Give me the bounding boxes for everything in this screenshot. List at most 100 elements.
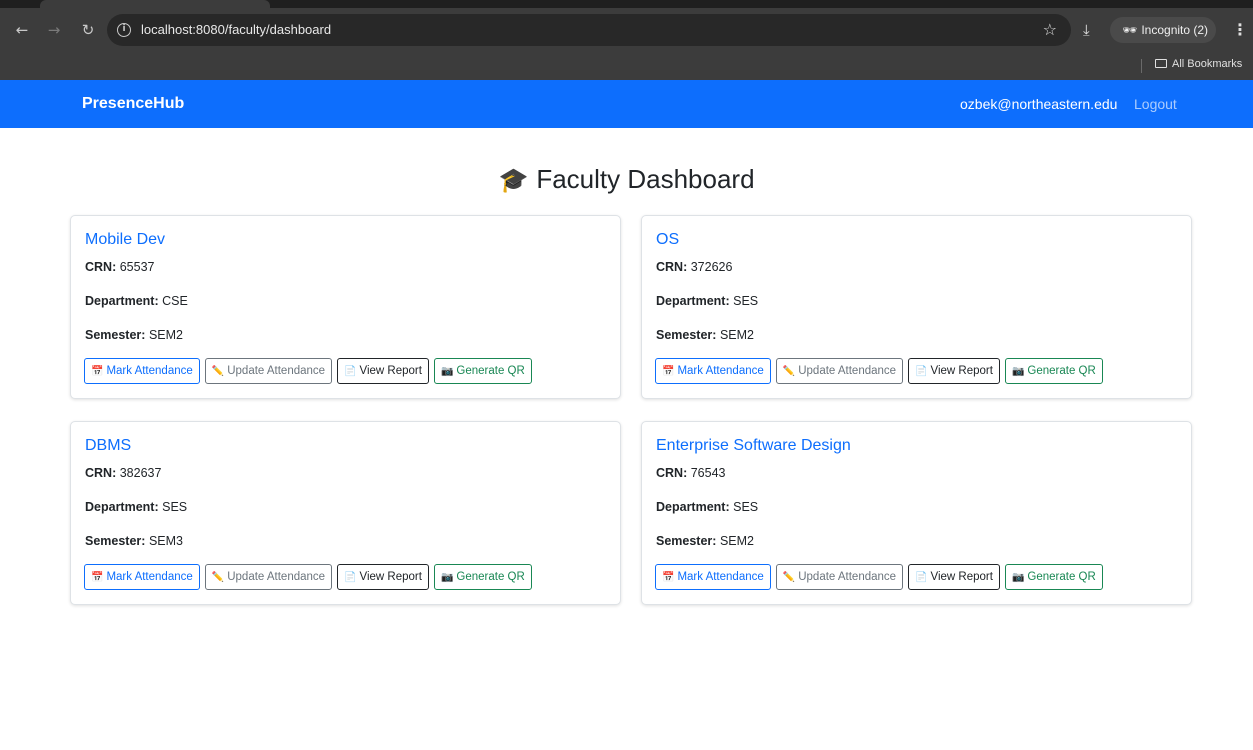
course-card: OS CRN: 372626 Department: SES Semester:… [641, 215, 1192, 399]
generate-qr-button[interactable]: 📷 Generate QR [1004, 564, 1103, 590]
browser-chrome: ← → ↻ i localhost:8080/faculty/dashboard… [0, 0, 1253, 80]
view-report-label: View Report [359, 571, 422, 583]
reload-icon[interactable]: ↻ [78, 20, 98, 40]
semester-value: SEM2 [719, 328, 754, 342]
camera-icon: 📷 [1011, 572, 1025, 583]
document-icon: 📄 [915, 572, 928, 583]
crn-value: 65537 [119, 260, 155, 274]
semester-field: Semester: SEM2 [656, 328, 754, 342]
update-attendance-label: Update Attendance [798, 571, 897, 583]
department-label: Department: [85, 294, 159, 308]
mark-attendance-label: Mark Attendance [677, 365, 764, 377]
department-field: Department: SES [85, 500, 187, 514]
camera-icon: 📷 [440, 572, 454, 583]
update-attendance-label: Update Attendance [227, 365, 326, 377]
page-title: 🎓 Faculty Dashboard [0, 164, 1253, 195]
document-icon: 📄 [915, 366, 928, 377]
card-actions: 📅 Mark Attendance ✏️ Update Attendance 📄 View… [655, 564, 1108, 590]
card-actions: 📅 Mark Attendance ✏️ Update Attendance 📄 View… [84, 358, 537, 384]
semester-field: Semester: SEM2 [85, 328, 183, 342]
forward-icon[interactable]: → [44, 20, 64, 40]
incognito-button[interactable]: 🕶 Incognito (2) [1110, 17, 1216, 43]
active-tab[interactable] [40, 0, 270, 8]
brand-logo[interactable]: PresenceHub [82, 95, 184, 113]
crn-field: CRN: 65537 [85, 260, 155, 274]
crn-label: CRN: [656, 260, 688, 274]
incognito-label: Incognito (2) [1141, 23, 1209, 37]
semester-value: SEM3 [148, 534, 183, 548]
update-attendance-button[interactable]: ✏️ Update Attendance [204, 358, 333, 384]
crn-value: 382637 [119, 466, 162, 480]
incognito-icon: 🕶 [1122, 23, 1138, 37]
bookmarks-divider [1141, 59, 1142, 73]
crn-value: 372626 [690, 260, 733, 274]
crn-label: CRN: [85, 260, 117, 274]
pencil-icon: ✏️ [211, 572, 225, 583]
mark-attendance-button[interactable]: 📅 Mark Attendance [84, 564, 200, 590]
browser-menu-icon[interactable]: ⋮ [1232, 20, 1248, 39]
pencil-icon: ✏️ [211, 366, 225, 377]
view-report-label: View Report [930, 571, 993, 583]
mark-attendance-button[interactable]: 📅 Mark Attendance [84, 358, 200, 384]
semester-label: Semester: [656, 534, 717, 548]
semester-value: SEM2 [148, 328, 183, 342]
course-title[interactable]: DBMS [85, 437, 131, 455]
camera-icon: 📷 [440, 366, 454, 377]
course-card: Mobile Dev CRN: 65537 Department: CSE Se… [70, 215, 621, 399]
update-attendance-button[interactable]: ✏️ Update Attendance [204, 564, 333, 590]
crn-label: CRN: [85, 466, 117, 480]
department-value: CSE [162, 294, 188, 308]
page-title-text: Faculty Dashboard [536, 164, 755, 194]
department-field: Department: CSE [85, 294, 188, 308]
calendar-icon: 📅 [662, 572, 675, 583]
update-attendance-label: Update Attendance [798, 365, 897, 377]
view-report-button[interactable]: 📄 View Report [908, 358, 1000, 384]
generate-qr-button[interactable]: 📷 Generate QR [433, 564, 532, 590]
graduation-cap-icon: 🎓 [498, 166, 529, 194]
view-report-label: View Report [359, 365, 422, 377]
course-title[interactable]: OS [656, 231, 679, 249]
bookmarks-bar: All Bookmarks [0, 52, 1253, 80]
course-card: DBMS CRN: 382637 Department: SES Semeste… [70, 421, 621, 605]
generate-qr-button[interactable]: 📷 Generate QR [433, 358, 532, 384]
view-report-button[interactable]: 📄 View Report [337, 564, 429, 590]
course-title[interactable]: Enterprise Software Design [656, 437, 851, 455]
department-field: Department: SES [656, 294, 758, 308]
semester-label: Semester: [656, 328, 717, 342]
mark-attendance-button[interactable]: 📅 Mark Attendance [655, 358, 771, 384]
crn-field: CRN: 372626 [656, 260, 732, 274]
generate-qr-button[interactable]: 📷 Generate QR [1004, 358, 1103, 384]
bookmark-star-icon[interactable]: ☆ [1043, 20, 1057, 39]
mark-attendance-label: Mark Attendance [677, 571, 764, 583]
app-navbar: PresenceHub ozbek@northeastern.edu Logou… [0, 80, 1253, 128]
course-title[interactable]: Mobile Dev [85, 231, 165, 249]
update-attendance-label: Update Attendance [227, 571, 326, 583]
view-report-button[interactable]: 📄 View Report [337, 358, 429, 384]
department-label: Department: [656, 294, 730, 308]
update-attendance-button[interactable]: ✏️ Update Attendance [775, 358, 904, 384]
browser-toolbar: ← → ↻ i localhost:8080/faculty/dashboard… [0, 8, 1253, 52]
url-text[interactable]: localhost:8080/faculty/dashboard [141, 22, 331, 37]
update-attendance-button[interactable]: ✏️ Update Attendance [775, 564, 904, 590]
download-icon[interactable]: ⤓ [1083, 21, 1090, 39]
view-report-button[interactable]: 📄 View Report [908, 564, 1000, 590]
generate-qr-label: Generate QR [456, 365, 525, 377]
department-field: Department: SES [656, 500, 758, 514]
address-bar[interactable]: i localhost:8080/faculty/dashboard ☆ [107, 14, 1071, 46]
department-label: Department: [85, 500, 159, 514]
logout-link[interactable]: Logout [1134, 96, 1177, 112]
all-bookmarks-label: All Bookmarks [1172, 58, 1243, 70]
user-email: ozbek@northeastern.edu [960, 96, 1118, 112]
semester-field: Semester: SEM2 [656, 534, 754, 548]
site-info-icon[interactable]: i [117, 23, 131, 37]
back-icon[interactable]: ← [12, 20, 32, 40]
mark-attendance-button[interactable]: 📅 Mark Attendance [655, 564, 771, 590]
crn-field: CRN: 382637 [85, 466, 161, 480]
semester-field: Semester: SEM3 [85, 534, 183, 548]
card-actions: 📅 Mark Attendance ✏️ Update Attendance 📄 View… [84, 564, 537, 590]
calendar-icon: 📅 [91, 572, 104, 583]
all-bookmarks-button[interactable]: All Bookmarks [1155, 58, 1242, 70]
pencil-icon: ✏️ [782, 366, 796, 377]
document-icon: 📄 [344, 366, 357, 377]
crn-value: 76543 [690, 466, 726, 480]
